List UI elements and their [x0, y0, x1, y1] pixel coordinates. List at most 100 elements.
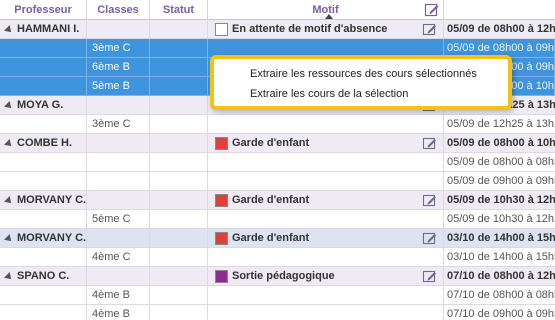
cell-date: 05/09 de 08h00 à 12h2 — [447, 23, 555, 35]
table-row[interactable]: 4ème B 07/10 de 09h00 à 09h5 — [0, 305, 555, 320]
cell-motif — [208, 115, 444, 134]
table-row[interactable]: 5ème C 05/09 de 10h30 à 12h2 — [0, 210, 555, 229]
cell-motif — [208, 286, 444, 305]
column-header-statut[interactable]: Statut — [150, 0, 208, 20]
cell-motif — [208, 305, 444, 320]
table-row[interactable]: MORVANY C. P Garde d'enfant 03/10 de 14h00 … — [0, 229, 555, 248]
table-row[interactable]: HAMMANI I. P En attente de motif d'absence… — [0, 20, 555, 39]
collapse-triangle-icon[interactable] — [4, 139, 14, 149]
cell-motif — [208, 153, 444, 172]
cell-motif — [208, 172, 444, 191]
cell-motif: Garde d'enfant — [208, 229, 444, 248]
cell-statut — [150, 58, 208, 77]
table-row[interactable]: SPANO C. A Sortie pédagogique 07/10 de 08h0… — [0, 267, 555, 286]
cell-professeur — [0, 39, 87, 58]
absences-grid: Professeur Classes Statut Motif HAMMANI … — [0, 0, 555, 320]
menu-item-extract-courses[interactable]: Extraire les cours de la sélection — [250, 85, 408, 103]
table-row[interactable]: 05/09 de 09h00 à 09h5 — [0, 172, 555, 191]
cell-statut — [150, 39, 208, 58]
motif-label: En attente de motif d'absence — [232, 23, 388, 35]
edit-icon[interactable] — [422, 136, 438, 151]
column-header-classes[interactable]: Classes — [87, 0, 150, 20]
cell-date: 05/09 de 10h30 à 12h2 — [447, 213, 555, 225]
column-header-date[interactable] — [444, 0, 555, 20]
cell-statut: P — [150, 20, 208, 39]
cell-professeur — [0, 286, 87, 305]
column-header-professeur[interactable]: Professeur — [0, 0, 87, 20]
cell-professeur — [0, 305, 87, 320]
motif-color-swatch — [215, 270, 228, 283]
cell-professeur — [0, 58, 87, 77]
edit-icon[interactable] — [424, 2, 440, 18]
motif-color-swatch — [215, 137, 228, 150]
motif-label: Sortie pédagogique — [232, 270, 335, 282]
cell-motif: Garde d'enfant — [208, 134, 444, 153]
cell-classe: 4ème B — [87, 305, 150, 320]
professeur-name: SPANO C. — [17, 270, 70, 282]
professeur-name: COMBE H. — [17, 137, 72, 149]
cell-classe — [87, 134, 150, 153]
cell-classe — [87, 229, 150, 248]
cell-professeur — [0, 210, 87, 229]
cell-date: 05/09 de 08h00 à 08h5 — [447, 156, 555, 168]
menu-item-extract-resources[interactable]: Extraire les ressources des cours sélect… — [250, 65, 477, 83]
cell-date: 05/09 de 09h00 à 09h5 — [447, 175, 555, 187]
cell-classe — [87, 267, 150, 286]
cell-professeur: HAMMANI I. — [0, 20, 87, 39]
edit-icon[interactable] — [422, 231, 438, 246]
cell-statut: A — [150, 267, 208, 286]
table-row[interactable]: 4ème C 03/10 de 14h00 à 15h5 — [0, 248, 555, 267]
cell-professeur — [0, 248, 87, 267]
cell-date: 03/10 de 14h00 à 15h — [447, 232, 555, 244]
table-row[interactable]: COMBE H. P Garde d'enfant 05/09 de 08h00 à … — [0, 134, 555, 153]
grid-header: Professeur Classes Statut Motif — [0, 0, 555, 20]
cell-classe — [87, 172, 150, 191]
table-row[interactable]: MORVANY C. P Garde d'enfant 05/09 de 10h30 … — [0, 191, 555, 210]
cell-classe — [87, 191, 150, 210]
cell-professeur — [0, 153, 87, 172]
edit-icon[interactable] — [422, 269, 438, 284]
sort-ascending-icon — [325, 14, 333, 19]
professeur-name: MORVANY C. — [17, 232, 87, 244]
cell-professeur: MOYA G. — [0, 96, 87, 115]
cell-classe: 3ème C — [87, 39, 150, 58]
cell-statut — [150, 77, 208, 96]
cell-statut — [150, 172, 208, 191]
cell-classe — [87, 20, 150, 39]
cell-classe: 4ème C — [87, 248, 150, 267]
cell-date: 05/09 de 12h25 à 13h2 — [447, 118, 555, 130]
collapse-triangle-icon[interactable] — [4, 25, 14, 35]
cell-classe: 4ème B — [87, 286, 150, 305]
cell-professeur: COMBE H. — [0, 134, 87, 153]
cell-statut — [150, 210, 208, 229]
cell-motif: Sortie pédagogique — [208, 267, 444, 286]
cell-statut — [150, 305, 208, 320]
cell-classe: 6ème B — [87, 58, 150, 77]
cell-date: 03/10 de 14h00 à 15h5 — [447, 251, 555, 263]
collapse-triangle-icon[interactable] — [4, 234, 14, 244]
collapse-triangle-icon[interactable] — [4, 196, 14, 206]
motif-color-swatch — [215, 23, 228, 36]
table-row[interactable]: 4ème B 07/10 de 08h00 à 08h5 — [0, 286, 555, 305]
motif-label: Garde d'enfant — [232, 137, 310, 149]
cell-statut: P — [150, 229, 208, 248]
edit-icon[interactable] — [422, 193, 438, 208]
cell-motif: En attente de motif d'absence — [208, 20, 444, 39]
cell-date: 07/10 de 08h00 à 08h5 — [447, 289, 555, 301]
cell-classe — [87, 153, 150, 172]
collapse-triangle-icon[interactable] — [4, 272, 14, 282]
cell-classe: 5ème C — [87, 210, 150, 229]
cell-professeur — [0, 115, 87, 134]
edit-icon[interactable] — [422, 22, 438, 37]
context-menu: Extraire les ressources des cours sélect… — [210, 55, 512, 110]
collapse-triangle-icon[interactable] — [4, 101, 14, 111]
cell-professeur: SPANO C. — [0, 267, 87, 286]
cell-date: 07/10 de 08h00 à 12h — [447, 270, 555, 282]
table-row[interactable]: 3ème C 05/09 de 12h25 à 13h2 — [0, 115, 555, 134]
cell-date: 07/10 de 09h00 à 09h5 — [447, 308, 555, 320]
cell-professeur — [0, 172, 87, 191]
motif-label: Garde d'enfant — [232, 232, 310, 244]
professeur-name: HAMMANI I. — [17, 23, 80, 35]
cell-statut: P — [150, 191, 208, 210]
table-row[interactable]: 05/09 de 08h00 à 08h5 — [0, 153, 555, 172]
